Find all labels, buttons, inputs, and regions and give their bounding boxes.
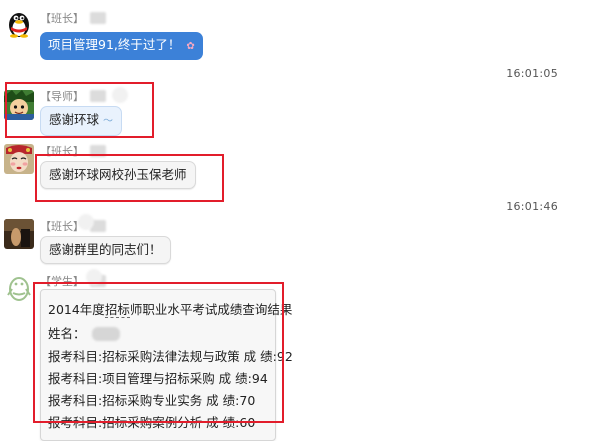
- timestamp: 16:01:46: [506, 200, 558, 213]
- penguin-icon[interactable]: [4, 8, 34, 38]
- blurred-sender-name: [90, 145, 106, 157]
- result-title-suffix: 师职业水平考试成绩查询结果: [129, 302, 293, 317]
- role-tag: 【导师】: [40, 90, 84, 103]
- result-title: 2014年度招标师职业水平考试成绩查询结果: [48, 299, 292, 318]
- message-bubble[interactable]: 感谢群里的同志们！: [40, 236, 171, 264]
- photo-avatar-icon[interactable]: [4, 219, 34, 249]
- sender-meta: 【班长】: [40, 143, 106, 159]
- blurred-decoration: [86, 269, 102, 285]
- sender-meta: 【班长】: [40, 10, 106, 26]
- exam-result-card[interactable]: 2014年度招标师职业水平考试成绩查询结果 姓名： 报考科目:招标采购法律法规与…: [40, 289, 293, 441]
- blurred-sender-name: [90, 12, 106, 24]
- role-tag: 【班长】: [40, 12, 84, 25]
- sender-meta: 【导师】: [40, 88, 106, 104]
- role-tag: 【班长】: [40, 145, 84, 158]
- message-text: 感谢环球网校孙玉保老师: [49, 167, 187, 182]
- cartoon-avatar-icon[interactable]: [4, 90, 34, 120]
- message-text: 项目管理91,终于过了！: [48, 37, 181, 52]
- penguin-outline-icon[interactable]: [4, 273, 34, 303]
- blurred-candidate-name: [91, 327, 120, 341]
- message-bubble[interactable]: 感谢环球网校孙玉保老师: [40, 161, 196, 189]
- message-bubble[interactable]: 感谢环球 〜: [40, 106, 122, 136]
- score-row: 报考科目:项目管理与招标采购 成 绩:94: [48, 371, 268, 386]
- score-row: 报考科目:招标采购法律法规与政策 成 绩:92: [48, 349, 293, 364]
- score-row: 报考科目:招标采购案例分析 成 绩:60: [48, 415, 256, 430]
- role-tag: 【学生】: [40, 275, 84, 288]
- message-text: 感谢群里的同志们！: [49, 242, 162, 257]
- result-title-prefix: 2014年度: [48, 302, 105, 317]
- name-label: 姓名：: [48, 326, 86, 341]
- blurred-decoration: [112, 87, 128, 103]
- timestamp: 16:01:05: [506, 67, 558, 80]
- wave-icon: 〜: [103, 116, 113, 127]
- blurred-decoration: [78, 214, 94, 230]
- message-text: 感谢环球: [49, 112, 100, 127]
- message-bubble[interactable]: 项目管理91,终于过了！ ✿: [40, 32, 203, 60]
- opera-mask-avatar-icon[interactable]: [4, 144, 34, 174]
- sender-meta: 【班长】: [40, 218, 106, 234]
- blurred-sender-name: [90, 90, 106, 102]
- candidate-name-line: 姓名：: [48, 323, 120, 342]
- score-row: 报考科目:招标采购专业实务 成 绩:70: [48, 393, 256, 408]
- flower-icon: ✿: [186, 41, 195, 52]
- result-title-underlined: 招标: [104, 302, 130, 318]
